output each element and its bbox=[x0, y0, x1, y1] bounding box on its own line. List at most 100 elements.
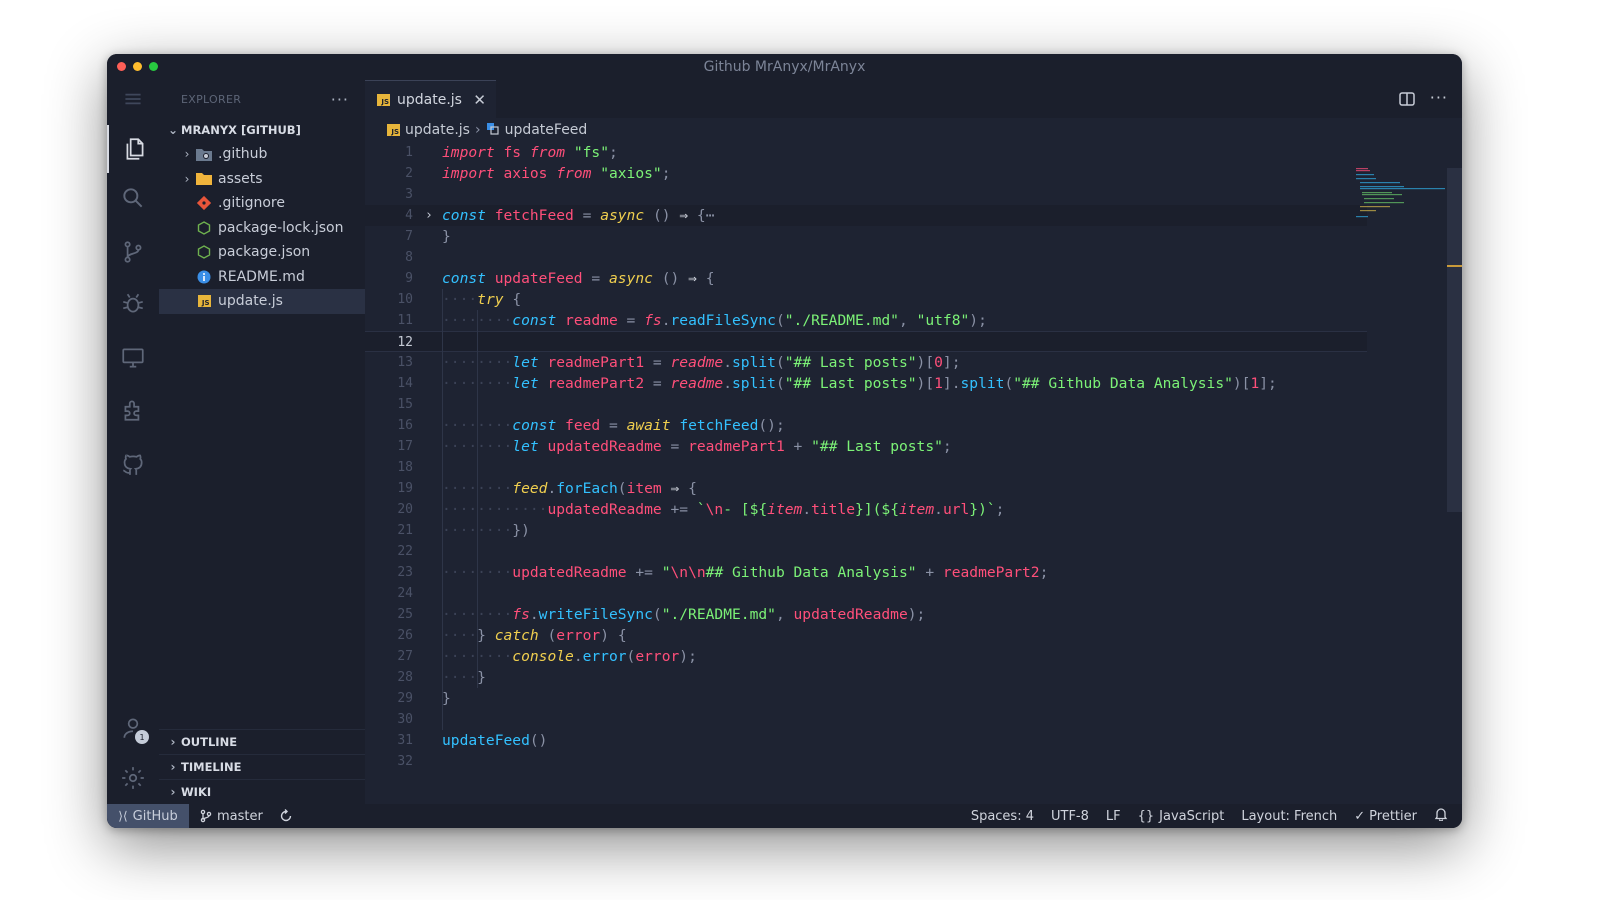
line-number: 11 bbox=[397, 313, 413, 328]
debug-icon[interactable] bbox=[107, 284, 159, 324]
line-number: 15 bbox=[397, 397, 413, 412]
breadcrumb-file[interactable]: update.js bbox=[405, 122, 470, 138]
tree-item-package-json[interactable]: package.json bbox=[159, 240, 365, 265]
sync-button[interactable] bbox=[279, 809, 293, 823]
section-wiki[interactable]: › WIKI bbox=[159, 779, 365, 804]
code-line[interactable]: 10 ····try { bbox=[365, 289, 1367, 310]
line-number: 21 bbox=[397, 523, 413, 538]
code-line[interactable]: 20 ············updatedReadme += `\n- [${i… bbox=[365, 499, 1367, 520]
code-line[interactable]: 21 ········}) bbox=[365, 520, 1367, 541]
code-text: ········}) bbox=[442, 522, 530, 539]
code-line[interactable]: 8 bbox=[365, 247, 1367, 268]
indentation-status[interactable]: Spaces: 4 bbox=[971, 809, 1034, 824]
language-status[interactable]: {} JavaScript bbox=[1138, 809, 1225, 824]
notifications-bell-icon[interactable] bbox=[1434, 807, 1448, 825]
code-editor[interactable]: 1 import fs from "fs"; 2 import axios from … bbox=[365, 142, 1367, 804]
code-line[interactable]: 14 ········let readmePart2 = readme.split… bbox=[365, 373, 1367, 394]
code-line[interactable]: 16 ········const feed = await fetchFeed()… bbox=[365, 415, 1367, 436]
code-line[interactable]: 18 bbox=[365, 457, 1367, 478]
section-timeline[interactable]: › TIMELINE bbox=[159, 754, 365, 779]
section-outline[interactable]: › OUTLINE bbox=[159, 729, 365, 754]
line-number: 13 bbox=[397, 355, 413, 370]
fold-chevron-icon[interactable]: › bbox=[425, 205, 433, 226]
vertical-scrollbar[interactable] bbox=[1447, 168, 1462, 512]
folder-icon bbox=[195, 171, 213, 187]
code-line[interactable]: 4 › const fetchFeed = async () ⇒ {⋯ bbox=[365, 205, 1367, 226]
tree-item-update-js[interactable]: JS update.js bbox=[159, 289, 365, 314]
code-line[interactable]: 25 ········fs.writeFileSync("./README.md"… bbox=[365, 604, 1367, 625]
tree-item-gitignore[interactable]: .gitignore bbox=[159, 191, 365, 216]
code-line[interactable]: 15 bbox=[365, 394, 1367, 415]
keyboard-layout-status[interactable]: Layout: French bbox=[1241, 809, 1337, 824]
close-icon[interactable]: ✕ bbox=[473, 91, 486, 109]
more-actions-icon[interactable]: ··· bbox=[1430, 90, 1448, 112]
tree-item-github-folder[interactable]: › .github bbox=[159, 142, 365, 167]
line-number: 4 bbox=[405, 208, 413, 223]
code-line[interactable]: 9 const updateFeed = async () ⇒ { bbox=[365, 268, 1367, 289]
tab-update-js[interactable]: JS update.js ✕ bbox=[365, 80, 496, 118]
tree-item-readme[interactable]: README.md bbox=[159, 265, 365, 290]
code-line[interactable]: 24 bbox=[365, 583, 1367, 604]
remote-explorer-icon[interactable] bbox=[107, 338, 159, 378]
code-line[interactable]: 17 ········let updatedReadme = readmePart… bbox=[365, 436, 1367, 457]
code-line[interactable]: 3 bbox=[365, 184, 1367, 205]
workspace-root-label: MRANYX [GITHUB] bbox=[181, 123, 301, 137]
code-line[interactable]: 30 bbox=[365, 709, 1367, 730]
code-text: } bbox=[442, 690, 451, 707]
maximize-window-button[interactable] bbox=[149, 62, 158, 71]
line-number: 1 bbox=[405, 145, 413, 160]
tree-item-package-lock[interactable]: package-lock.json bbox=[159, 216, 365, 241]
extensions-icon[interactable] bbox=[107, 390, 159, 430]
breadcrumb-symbol[interactable]: updateFeed bbox=[505, 122, 588, 138]
code-line[interactable]: 22 bbox=[365, 541, 1367, 562]
workspace-root[interactable]: ⌄ MRANYX [GITHUB] bbox=[159, 118, 365, 142]
search-icon[interactable] bbox=[107, 178, 159, 218]
code-line[interactable]: 26 ····} catch (error) { bbox=[365, 625, 1367, 646]
activity-bar: 1 bbox=[107, 80, 159, 804]
split-editor-icon[interactable] bbox=[1398, 90, 1416, 112]
section-label: OUTLINE bbox=[181, 735, 238, 749]
minimap[interactable] bbox=[1356, 168, 1446, 228]
encoding-status[interactable]: UTF-8 bbox=[1051, 809, 1089, 824]
code-line[interactable]: 19 ········feed.forEach(item ⇒ { bbox=[365, 478, 1367, 499]
code-line[interactable]: 23 ········updatedReadme += "\n\n## Githu… bbox=[365, 562, 1367, 583]
remote-indicator[interactable]: ⟩⟨ GitHub bbox=[107, 804, 189, 828]
code-text: ····} bbox=[442, 669, 486, 686]
explorer-icon[interactable] bbox=[107, 125, 161, 173]
eol-status[interactable]: LF bbox=[1106, 809, 1121, 824]
branch-indicator[interactable]: master bbox=[199, 809, 263, 824]
code-line[interactable]: 1 import fs from "fs"; bbox=[365, 142, 1367, 163]
code-line[interactable]: 31 updateFeed() bbox=[365, 730, 1367, 751]
code-line[interactable]: 13 ········let readmePart1 = readme.split… bbox=[365, 352, 1367, 373]
code-line[interactable]: 29} bbox=[365, 688, 1367, 709]
github-icon[interactable] bbox=[107, 444, 159, 484]
javascript-file-icon: JS bbox=[387, 124, 400, 136]
line-number: 7 bbox=[405, 229, 413, 244]
line-number: 9 bbox=[405, 271, 413, 286]
code-line[interactable]: 7} bbox=[365, 226, 1367, 247]
tree-item-label: README.md bbox=[218, 268, 305, 285]
explorer-more-button[interactable]: ··· bbox=[331, 90, 349, 109]
line-number: 19 bbox=[397, 481, 413, 496]
code-line[interactable]: 11 ········const readme = fs.readFileSync… bbox=[365, 310, 1367, 331]
code-line[interactable]: 28 ····} bbox=[365, 667, 1367, 688]
code-text: import fs from "fs"; bbox=[442, 144, 618, 161]
code-text: ········updatedReadme += "\n\n## Github … bbox=[442, 564, 1049, 581]
code-line[interactable]: 27 ········console.error(error); bbox=[365, 646, 1367, 667]
prettier-status[interactable]: ✓ Prettier bbox=[1354, 809, 1417, 824]
minimize-window-button[interactable] bbox=[133, 62, 142, 71]
source-control-icon[interactable] bbox=[107, 232, 159, 272]
code-text: import axios from "axios"; bbox=[442, 165, 671, 182]
braces-icon: {} bbox=[1137, 808, 1155, 824]
close-window-button[interactable] bbox=[117, 62, 126, 71]
line-number: 24 bbox=[397, 586, 413, 601]
settings-gear-icon[interactable] bbox=[107, 758, 159, 798]
code-text: const fetchFeed = async () ⇒ {⋯ bbox=[442, 207, 715, 224]
tree-item-assets-folder[interactable]: › assets bbox=[159, 167, 365, 192]
code-line[interactable]: 12 bbox=[365, 331, 1367, 352]
code-line[interactable]: 2 import axios from "axios"; bbox=[365, 163, 1367, 184]
code-line[interactable]: 32 bbox=[365, 751, 1367, 772]
code-text: ············updatedReadme += `\n- [${ite… bbox=[442, 501, 1005, 518]
menu-icon[interactable] bbox=[107, 80, 159, 118]
accounts-icon[interactable]: 1 bbox=[107, 708, 159, 748]
